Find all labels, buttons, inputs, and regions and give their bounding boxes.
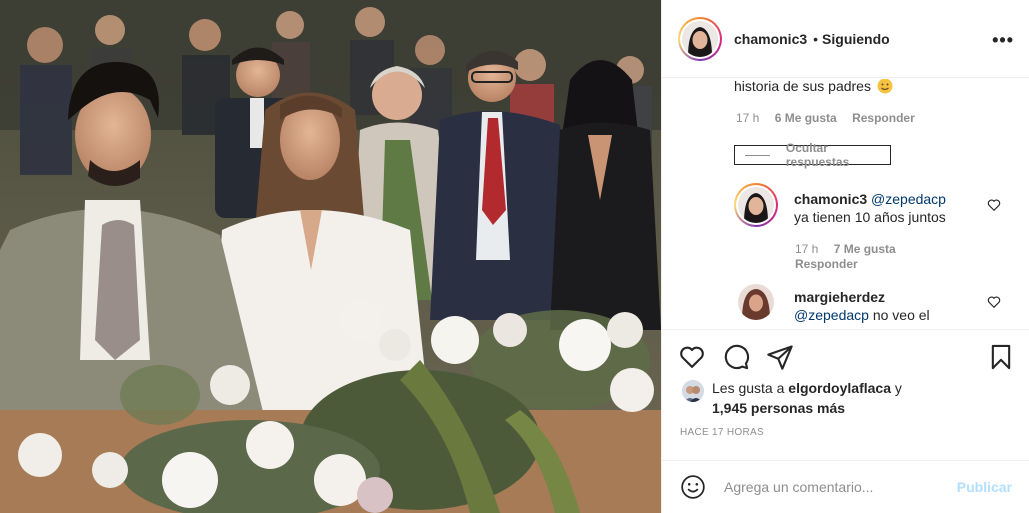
reply-2-body: margieherdez @zepedacp no veo el <box>794 288 989 324</box>
likes-username[interactable]: elgordoylaflaca <box>788 380 891 396</box>
reply-2-avatar[interactable] <box>738 284 774 320</box>
caption-likes[interactable]: 6 Me gusta <box>775 111 837 125</box>
header-separator: • <box>813 30 819 47</box>
post-header: chamonic3 • Siguiendo ••• <box>662 0 1029 78</box>
wedding-photo-illustration <box>0 0 661 513</box>
reply-1-likes[interactable]: 7 Me gusta <box>834 242 896 256</box>
post-photo[interactable] <box>0 0 661 513</box>
reply-avatar <box>738 187 774 223</box>
reply-1-username[interactable]: chamonic3 <box>794 191 867 207</box>
reply-1-text: ya tienen 10 años juntos <box>794 209 946 225</box>
reply-2-like-heart-icon[interactable] <box>987 295 1001 309</box>
publish-button[interactable]: Publicar <box>957 479 1012 495</box>
reply-2-username[interactable]: margieherdez <box>794 289 885 305</box>
comment-bubble-icon[interactable] <box>722 343 750 371</box>
liker-avatar[interactable] <box>682 380 704 402</box>
like-heart-icon[interactable] <box>678 343 706 371</box>
reply-1-body: chamonic3 @zepedacp ya tienen 10 años ju… <box>794 190 989 226</box>
post-sidebar: chamonic3 • Siguiendo ••• historia de su… <box>661 0 1029 513</box>
post-timestamp[interactable]: HACE 17 HORAS <box>680 427 764 438</box>
reply-avatar-ring[interactable] <box>734 183 778 227</box>
emoji-picker-icon[interactable] <box>680 474 706 500</box>
hide-replies-label: Ocultar respuestas <box>785 141 850 169</box>
add-comment-row: Agrega un comentario... Publicar <box>662 460 1029 513</box>
hide-replies-line <box>745 154 770 156</box>
reply-1-meta: 17 h 7 Me gusta Responder <box>795 242 995 272</box>
caption-tail: historia de sus padres <box>734 79 871 94</box>
post-actions: Les gusta a elgordoylaflaca y 1,945 pers… <box>662 329 1029 513</box>
likes-prefix: Les gusta a <box>712 380 785 396</box>
likes-text: Les gusta a elgordoylaflaca y 1,945 pers… <box>712 378 1012 418</box>
more-options-icon[interactable]: ••• <box>992 30 1014 51</box>
likes-count[interactable]: 1,945 personas más <box>712 400 845 416</box>
caption-time: 17 h <box>736 111 760 125</box>
likes-connector: y <box>894 380 902 396</box>
author-avatar-ring[interactable] <box>678 16 722 61</box>
hide-replies-button[interactable]: Ocultar respuestas <box>734 141 891 169</box>
author-avatar <box>682 20 718 57</box>
comments-section: historia de sus padres 17 h 6 Me gusta R… <box>662 79 1029 329</box>
reply-1-reply-button[interactable]: Responder <box>795 257 858 271</box>
caption-text: historia de sus padres <box>734 79 1014 95</box>
share-paper-plane-icon[interactable] <box>766 343 794 371</box>
reply-1-time: 17 h <box>795 242 819 256</box>
author-username[interactable]: chamonic3 <box>734 31 807 47</box>
reply-2-mention[interactable]: @zepedacp <box>794 307 869 323</box>
reply-1-like-heart-icon[interactable] <box>987 198 1001 212</box>
save-bookmark-icon[interactable] <box>987 343 1015 371</box>
caption-reply-button[interactable]: Responder <box>852 111 915 125</box>
caption-meta: 17 h 6 Me gusta Responder <box>736 111 915 125</box>
comment-input[interactable]: Agrega un comentario... <box>724 479 944 495</box>
following-button[interactable]: Siguiendo <box>822 31 890 47</box>
reply-2-text: no veo el <box>872 307 930 323</box>
reply-1-mention[interactable]: @zepedacp <box>871 191 946 207</box>
smiling-face-emoji-icon <box>877 79 893 94</box>
